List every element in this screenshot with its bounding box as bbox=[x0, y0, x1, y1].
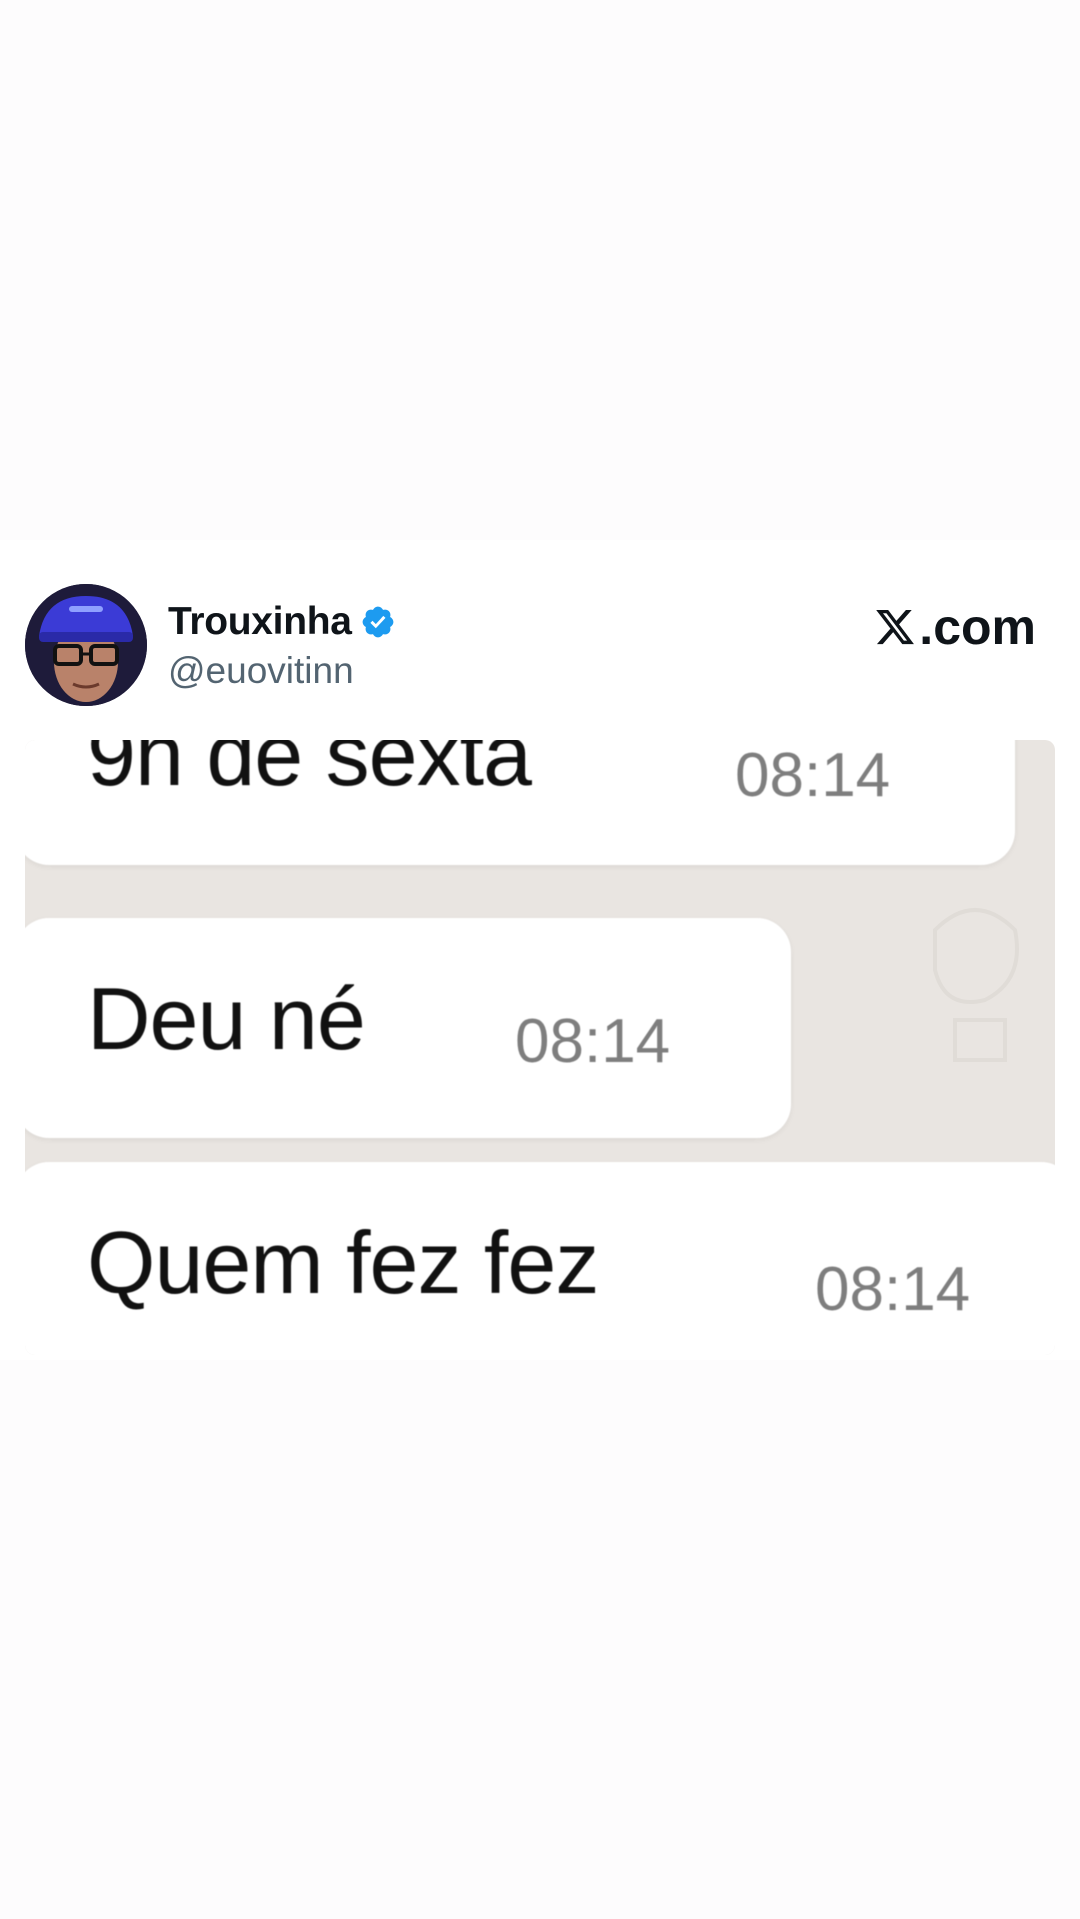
message-timestamp: 08:14 bbox=[815, 1255, 971, 1324]
author-display-name[interactable]: Trouxinha bbox=[168, 600, 352, 644]
message-bubble: Quem fez fez 08:14 bbox=[25, 1162, 1055, 1355]
x-logo-icon bbox=[873, 606, 917, 648]
brand-text: .com bbox=[919, 599, 1036, 655]
chat-wallpaper-doodle bbox=[933, 908, 1019, 1062]
verified-badge-icon bbox=[360, 604, 396, 640]
tweet-header: Trouxinha @euovitinn .com bbox=[0, 540, 1080, 740]
avatar-image bbox=[25, 584, 147, 706]
brand-link[interactable]: .com bbox=[873, 599, 1036, 655]
tweet-card: Trouxinha @euovitinn .com 9h de sexta 08… bbox=[0, 540, 1080, 1360]
author-handle[interactable]: @euovitinn bbox=[168, 650, 354, 692]
message-timestamp: 08:14 bbox=[735, 741, 891, 810]
message-text: Quem fez fez bbox=[87, 1213, 599, 1312]
message-text: Deu né bbox=[87, 969, 366, 1068]
author-name-row: Trouxinha bbox=[168, 600, 396, 644]
message-timestamp: 08:14 bbox=[515, 1007, 671, 1076]
message-bubble: 9h de sexta 08:14 bbox=[25, 740, 1015, 865]
chat-screenshot: 9h de sexta 08:14 Deu né 08:14 Quem fez … bbox=[25, 740, 1055, 1355]
avatar[interactable] bbox=[25, 584, 147, 706]
message-text: 9h de sexta bbox=[87, 740, 532, 804]
message-bubble: Deu né 08:14 bbox=[25, 918, 791, 1138]
